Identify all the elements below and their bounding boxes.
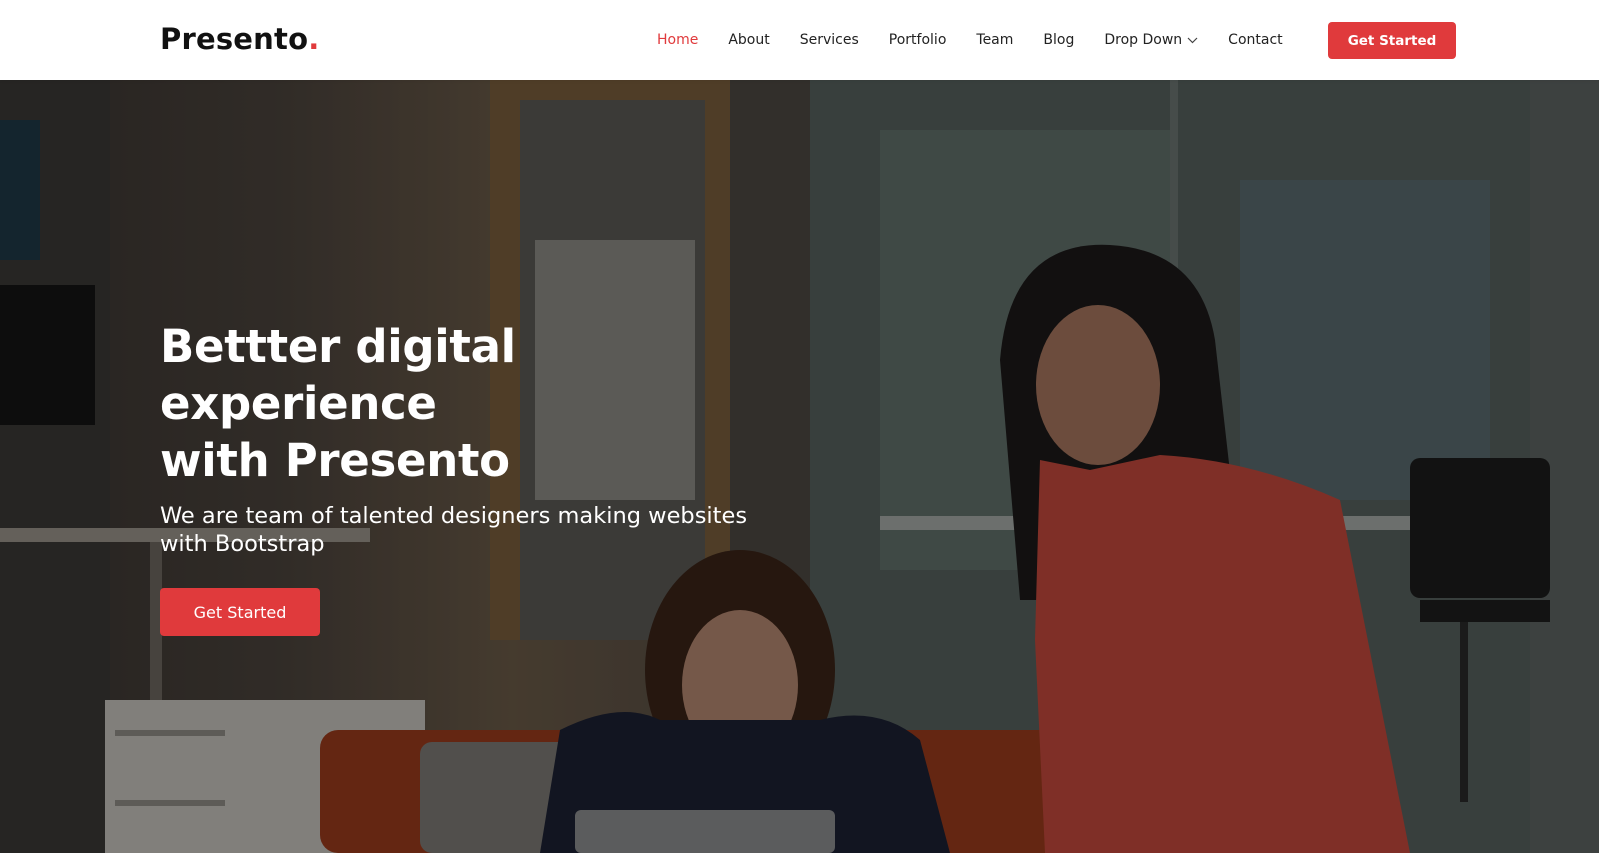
brand-logo[interactable]: Presento.: [160, 19, 319, 59]
nav-item-team[interactable]: Team: [976, 26, 1013, 54]
nav-item-about[interactable]: About: [728, 26, 769, 54]
brand-name: Presento: [160, 22, 309, 56]
hero-title-line-2: with Presento: [160, 434, 510, 487]
nav-item-services[interactable]: Services: [800, 26, 859, 54]
nav-item-portfolio[interactable]: Portfolio: [889, 26, 947, 54]
hero-subtitle: We are team of talented designers making…: [160, 503, 748, 557]
chevron-down-icon: [1187, 37, 1198, 44]
brand-dot: .: [308, 22, 320, 56]
hero-content: Bettter digital experience with Presento…: [160, 318, 800, 636]
nav-item-contact[interactable]: Contact: [1228, 26, 1282, 54]
get-started-header-button[interactable]: Get Started: [1328, 22, 1456, 59]
hero-section: Bettter digital experience with Presento…: [0, 80, 1599, 853]
get-started-hero-button[interactable]: Get Started: [160, 588, 320, 636]
nav-item-drop-down-label: Drop Down: [1104, 32, 1183, 48]
nav-item-drop-down[interactable]: Drop Down: [1104, 26, 1198, 54]
hero-title-line-1: Bettter digital experience: [160, 320, 516, 430]
main-nav: Home About Services Portfolio Team Blog …: [657, 26, 1283, 54]
nav-item-blog[interactable]: Blog: [1043, 26, 1074, 54]
site-header: Presento. Home About Services Portfolio …: [0, 0, 1599, 80]
nav-item-home[interactable]: Home: [657, 26, 698, 54]
hero-title: Bettter digital experience with Presento: [160, 318, 800, 489]
